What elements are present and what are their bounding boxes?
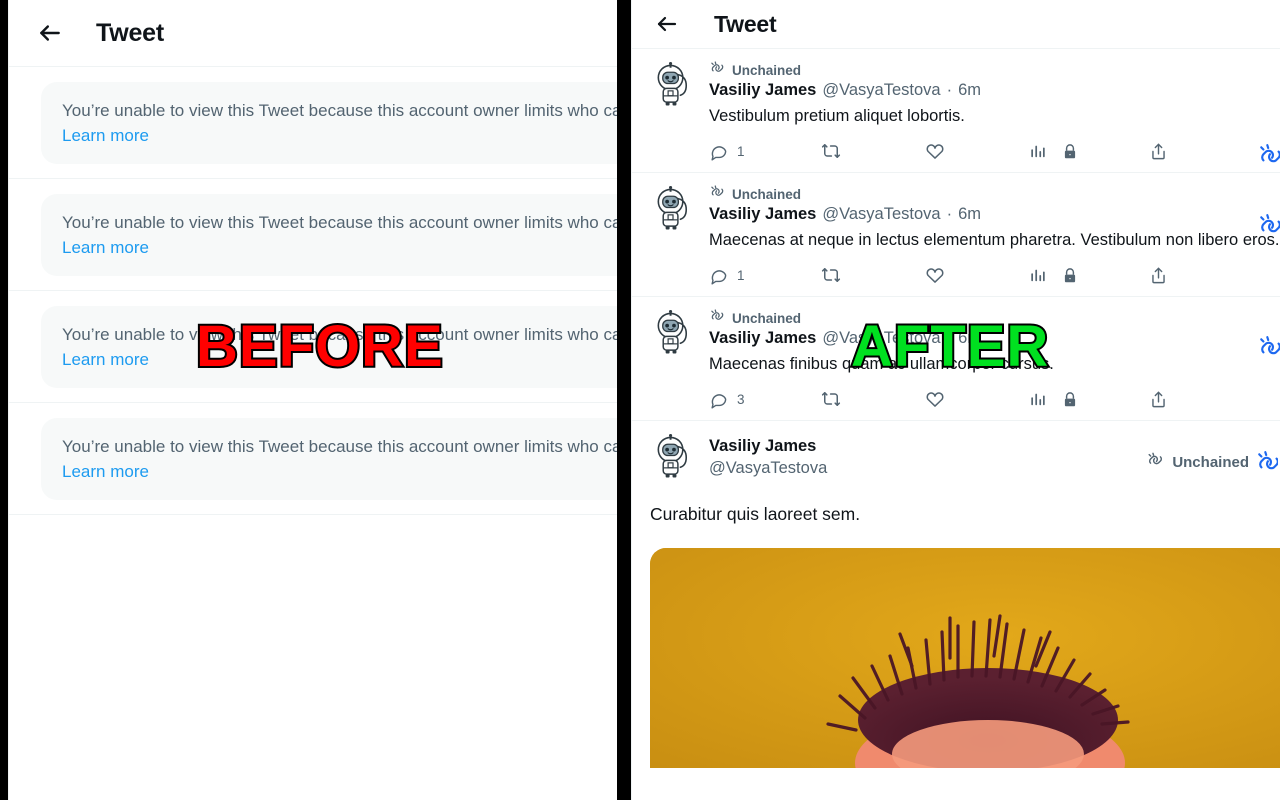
- reply-count: 1: [737, 143, 745, 159]
- learn-more-link[interactable]: Learn more: [62, 350, 149, 369]
- tweet-actions: 3: [709, 387, 1276, 411]
- badge-label: Unchained: [732, 186, 802, 202]
- badge-label: Unchained: [732, 310, 802, 326]
- timestamp[interactable]: 6m: [958, 205, 981, 224]
- restricted-notice: You’re unable to view this Tweet because…: [41, 194, 617, 276]
- page-title: Tweet: [96, 18, 164, 47]
- lock-icon: [1062, 143, 1149, 160]
- unchained-badge: Unchained: [709, 60, 1276, 81]
- share-button[interactable]: [1149, 390, 1168, 409]
- unchained-badge: Unchained: [709, 184, 1276, 205]
- analytics-button[interactable]: [1029, 266, 1062, 284]
- restricted-notice: You’re unable to view this Tweet because…: [41, 418, 617, 500]
- restricted-tweet-row: You’re unable to view this Tweet because…: [9, 66, 617, 178]
- tweet-actions: 1: [709, 139, 1276, 163]
- lock-icon: [1062, 267, 1149, 284]
- restricted-tweet-row: You’re unable to view this Tweet because…: [9, 178, 617, 290]
- tweet-item[interactable]: Unchained Vasiliy James @VasyaTestova · …: [632, 172, 1280, 296]
- after-header: Tweet: [632, 0, 1280, 48]
- tweet-author-line: Vasiliy James @VasyaTestova · 6m: [709, 205, 1276, 224]
- retweet-button[interactable]: [821, 265, 925, 285]
- tweet-text: Vestibulum pretium aliquet lobortis.: [709, 107, 965, 125]
- badge-label: Unchained: [732, 62, 802, 78]
- like-button[interactable]: [925, 265, 1029, 285]
- learn-more-link[interactable]: Learn more: [62, 462, 149, 481]
- puppet-photo: [650, 548, 1280, 768]
- broken-chain-icon: [709, 60, 726, 81]
- unchained-badge: Unchained: [1146, 433, 1280, 474]
- reply-button[interactable]: 1: [709, 142, 821, 161]
- tweet-item[interactable]: Unchained Vasiliy James @VasyaTestova · …: [632, 48, 1280, 172]
- broken-chain-icon: [709, 308, 726, 329]
- share-button[interactable]: [1149, 142, 1168, 161]
- verified-edge-icon: [1258, 335, 1280, 361]
- like-button[interactable]: [925, 389, 1029, 409]
- tweet-media[interactable]: [650, 548, 1280, 768]
- badge-label: Unchained: [1172, 453, 1249, 471]
- tweet-author-line: Vasiliy James @VasyaTestova · 6m: [709, 81, 1276, 100]
- page-title: Tweet: [714, 10, 777, 37]
- comparison-stage: Tweet You’re unable to view this Tweet b…: [0, 0, 1280, 800]
- restricted-notice-text: You’re unable to view this Tweet because…: [62, 101, 617, 120]
- retweet-button[interactable]: [821, 141, 925, 161]
- avatar[interactable]: [650, 185, 697, 232]
- handle[interactable]: @VasyaTestova: [822, 205, 940, 224]
- learn-more-link[interactable]: Learn more: [62, 126, 149, 145]
- back-arrow-icon[interactable]: [33, 16, 67, 50]
- learn-more-link[interactable]: Learn more: [62, 238, 149, 257]
- reply-button[interactable]: 3: [709, 390, 821, 409]
- retweet-button[interactable]: [821, 389, 925, 409]
- share-button[interactable]: [1149, 266, 1168, 285]
- after-panel: Tweet Unchained Vasiliy James @VasyaTest…: [631, 0, 1280, 800]
- before-panel: Tweet You’re unable to view this Tweet b…: [8, 0, 617, 800]
- display-name[interactable]: Vasiliy James: [709, 81, 816, 100]
- separator: ·: [946, 205, 953, 223]
- verified-edge-icon: [1258, 143, 1280, 169]
- tweet-text: Curabitur quis laoreet sem.: [650, 504, 861, 524]
- restricted-notice-text: You’re unable to view this Tweet because…: [62, 213, 617, 232]
- reply-button[interactable]: 1: [709, 266, 821, 285]
- restricted-notice: You’re unable to view this Tweet because…: [41, 82, 617, 164]
- display-name[interactable]: Vasiliy James: [709, 205, 816, 224]
- analytics-button[interactable]: [1029, 142, 1062, 160]
- handle[interactable]: @VasyaTestova: [709, 457, 827, 480]
- reply-count: 1: [737, 267, 745, 283]
- timestamp[interactable]: 6m: [958, 81, 981, 100]
- before-header: Tweet: [9, 0, 617, 66]
- verified-edge-icon: [1256, 450, 1278, 474]
- avatar[interactable]: [650, 433, 697, 480]
- timeline-end-divider: [9, 514, 617, 515]
- before-stamp-label: BEFORE: [194, 314, 445, 379]
- broken-chain-icon: [709, 184, 726, 205]
- tweet-actions: 1: [709, 263, 1276, 287]
- focus-tweet-item[interactable]: Vasiliy James @VasyaTestova Unchained Cu…: [632, 420, 1280, 768]
- display-name[interactable]: Vasiliy James: [709, 435, 827, 457]
- broken-chain-icon: [1146, 451, 1165, 474]
- avatar[interactable]: [650, 61, 697, 108]
- like-button[interactable]: [925, 141, 1029, 161]
- restricted-tweet-row: You’re unable to view this Tweet because…: [9, 402, 617, 514]
- avatar[interactable]: [650, 309, 697, 356]
- tweet-text: Maecenas at neque in lectus elementum ph…: [709, 231, 1280, 249]
- restricted-notice-text: You’re unable to view this Tweet because…: [62, 437, 617, 456]
- verified-edge-icon: [1258, 213, 1280, 239]
- handle[interactable]: @VasyaTestova: [822, 81, 940, 100]
- analytics-button[interactable]: [1029, 390, 1062, 408]
- separator: ·: [946, 81, 953, 99]
- back-arrow-icon[interactable]: [650, 7, 684, 41]
- after-stamp-label: AFTER: [849, 314, 1050, 379]
- lock-icon: [1062, 391, 1149, 408]
- display-name[interactable]: Vasiliy James: [709, 329, 816, 348]
- reply-count: 3: [737, 391, 745, 407]
